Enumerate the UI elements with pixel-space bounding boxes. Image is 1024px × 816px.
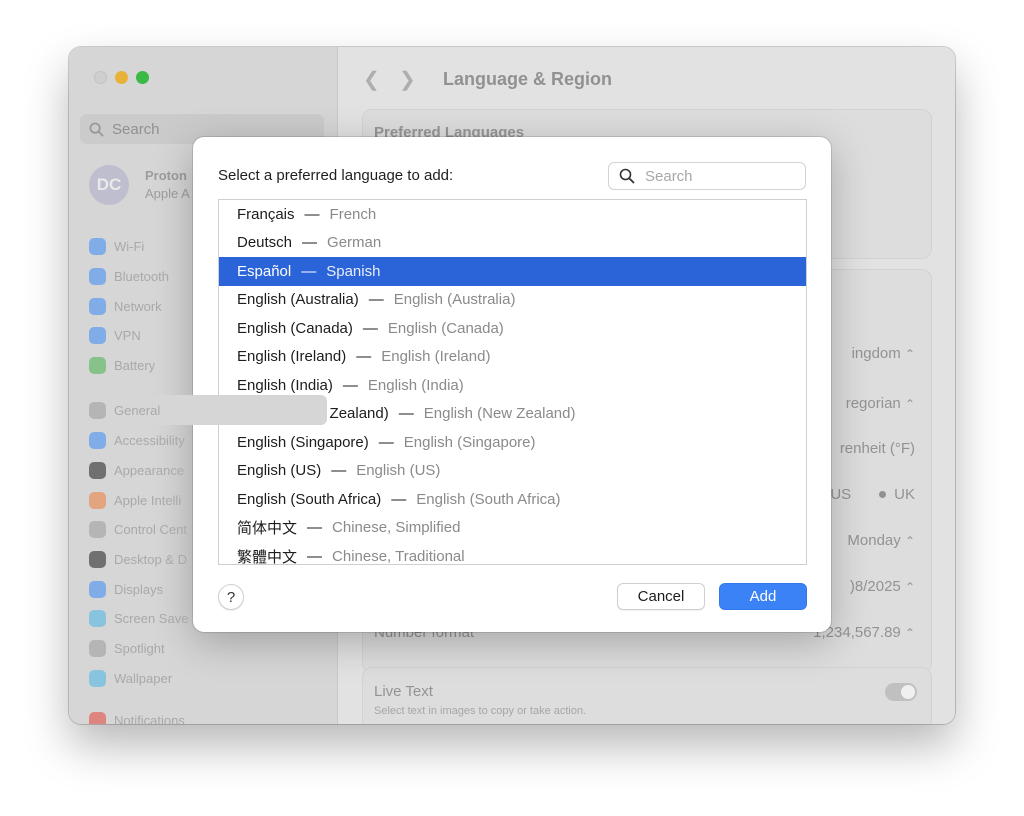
sidebar-item-icon bbox=[89, 711, 106, 724]
language-english-name: English (Canada) bbox=[387, 319, 504, 337]
language-native-name: Français bbox=[237, 205, 295, 223]
sidebar-item-wi-fi[interactable]: Wi-Fi bbox=[89, 235, 319, 257]
sidebar-item-icon bbox=[89, 237, 106, 255]
sidebar-item-icon bbox=[89, 639, 106, 657]
language-separator: — bbox=[304, 205, 320, 223]
language-english-name: English (South Africa) bbox=[416, 490, 561, 508]
sidebar-item-label: Control Cent bbox=[114, 521, 187, 537]
sidebar-item-label: Wi-Fi bbox=[114, 238, 145, 254]
language-native-name: English (India) bbox=[237, 376, 333, 394]
language-english-name: English (Singapore) bbox=[403, 433, 536, 451]
sidebar-item-label: Spotlight bbox=[114, 640, 165, 656]
sidebar-item-label: General bbox=[114, 402, 161, 418]
language-english-name: English (New Zealand) bbox=[423, 405, 576, 423]
sidebar-item-spotlight[interactable]: Spotlight bbox=[89, 637, 319, 659]
sidebar-item-label: Displays bbox=[114, 581, 164, 597]
language-list-item[interactable]: Français — French bbox=[219, 200, 806, 229]
language-english-name: Chinese, Simplified bbox=[332, 519, 461, 537]
sidebar-item-displays[interactable]: Displays bbox=[89, 578, 319, 600]
sidebar-item-screen-save[interactable]: Screen Save bbox=[89, 607, 319, 629]
language-separator: — bbox=[362, 319, 378, 337]
sidebar-item-battery[interactable]: Battery bbox=[89, 354, 319, 376]
language-english-name: French bbox=[329, 205, 377, 223]
sidebar-item-notifications[interactable]: Notifications bbox=[89, 709, 319, 724]
sidebar-item-icon bbox=[89, 520, 106, 538]
language-english-name: English (India) bbox=[367, 376, 464, 394]
search-icon bbox=[619, 168, 635, 184]
sidebar-item-label: Wallpaper bbox=[114, 670, 173, 686]
sidebar-item-label: Apple Intelli bbox=[114, 492, 182, 508]
sidebar-item-wallpaper[interactable]: Wallpaper bbox=[89, 667, 319, 689]
language-separator: — bbox=[378, 433, 394, 451]
language-separator: — bbox=[391, 490, 407, 508]
add-button[interactable]: Add bbox=[719, 583, 807, 610]
language-separator: — bbox=[342, 376, 358, 394]
sidebar-item-icon bbox=[89, 609, 106, 627]
sidebar-item-label: Network bbox=[114, 298, 162, 314]
language-separator: — bbox=[368, 291, 384, 309]
sidebar-item-label: Battery bbox=[114, 357, 156, 373]
sidebar-item-desktop-d[interactable]: Desktop & D bbox=[89, 548, 319, 570]
sidebar-item-icon bbox=[89, 550, 106, 568]
sidebar-item-icon bbox=[89, 461, 106, 479]
language-english-name: Chinese, Traditional bbox=[332, 547, 465, 565]
sidebar-item-icon bbox=[89, 297, 106, 315]
sidebar-item-general[interactable]: General bbox=[81, 395, 327, 425]
cancel-button[interactable]: Cancel bbox=[617, 583, 705, 610]
language-english-name: English (Ireland) bbox=[381, 348, 491, 366]
sidebar-item-label: VPN bbox=[114, 327, 141, 343]
sidebar-item-icon bbox=[89, 580, 106, 598]
sidebar-item-label: Notifications bbox=[114, 712, 185, 725]
sidebar-item-label: Desktop & D bbox=[114, 551, 187, 567]
dialog-prompt: Select a preferred language to add: bbox=[218, 167, 454, 184]
language-english-name: English (Australia) bbox=[393, 291, 516, 309]
sidebar-item-control-cent[interactable]: Control Cent bbox=[89, 518, 319, 540]
sidebar-item-icon bbox=[89, 356, 106, 374]
language-english-name: English (US) bbox=[356, 462, 441, 480]
language-search-field[interactable] bbox=[608, 162, 806, 190]
language-separator: — bbox=[398, 405, 414, 423]
language-search-input[interactable] bbox=[643, 166, 797, 186]
sidebar-item-label: Accessibility bbox=[114, 432, 185, 448]
sidebar-item-apple-intelli[interactable]: Apple Intelli bbox=[89, 489, 319, 511]
language-separator: — bbox=[331, 462, 347, 480]
sidebar-item-icon bbox=[89, 401, 106, 419]
sidebar-item-icon bbox=[89, 326, 106, 344]
sidebar-item-vpn[interactable]: VPN bbox=[89, 324, 319, 346]
sidebar-item-appearance[interactable]: Appearance bbox=[89, 459, 319, 481]
sidebar-item-icon bbox=[89, 267, 106, 285]
sidebar-item-bluetooth[interactable]: Bluetooth bbox=[89, 265, 319, 287]
language-english-name: German bbox=[327, 234, 382, 252]
sidebar-item-label: Appearance bbox=[114, 462, 185, 478]
sidebar-item-icon bbox=[89, 491, 106, 509]
sidebar-item-accessibility[interactable]: Accessibility bbox=[89, 429, 319, 451]
sidebar-item-icon bbox=[89, 669, 106, 687]
language-english-name: Spanish bbox=[326, 262, 381, 280]
sidebar-item-icon bbox=[89, 431, 106, 449]
sidebar-item-label: Screen Save bbox=[114, 610, 189, 626]
sidebar-item-label: Bluetooth bbox=[114, 268, 169, 284]
language-separator: — bbox=[356, 348, 372, 366]
sidebar-item-network[interactable]: Network bbox=[89, 295, 319, 317]
